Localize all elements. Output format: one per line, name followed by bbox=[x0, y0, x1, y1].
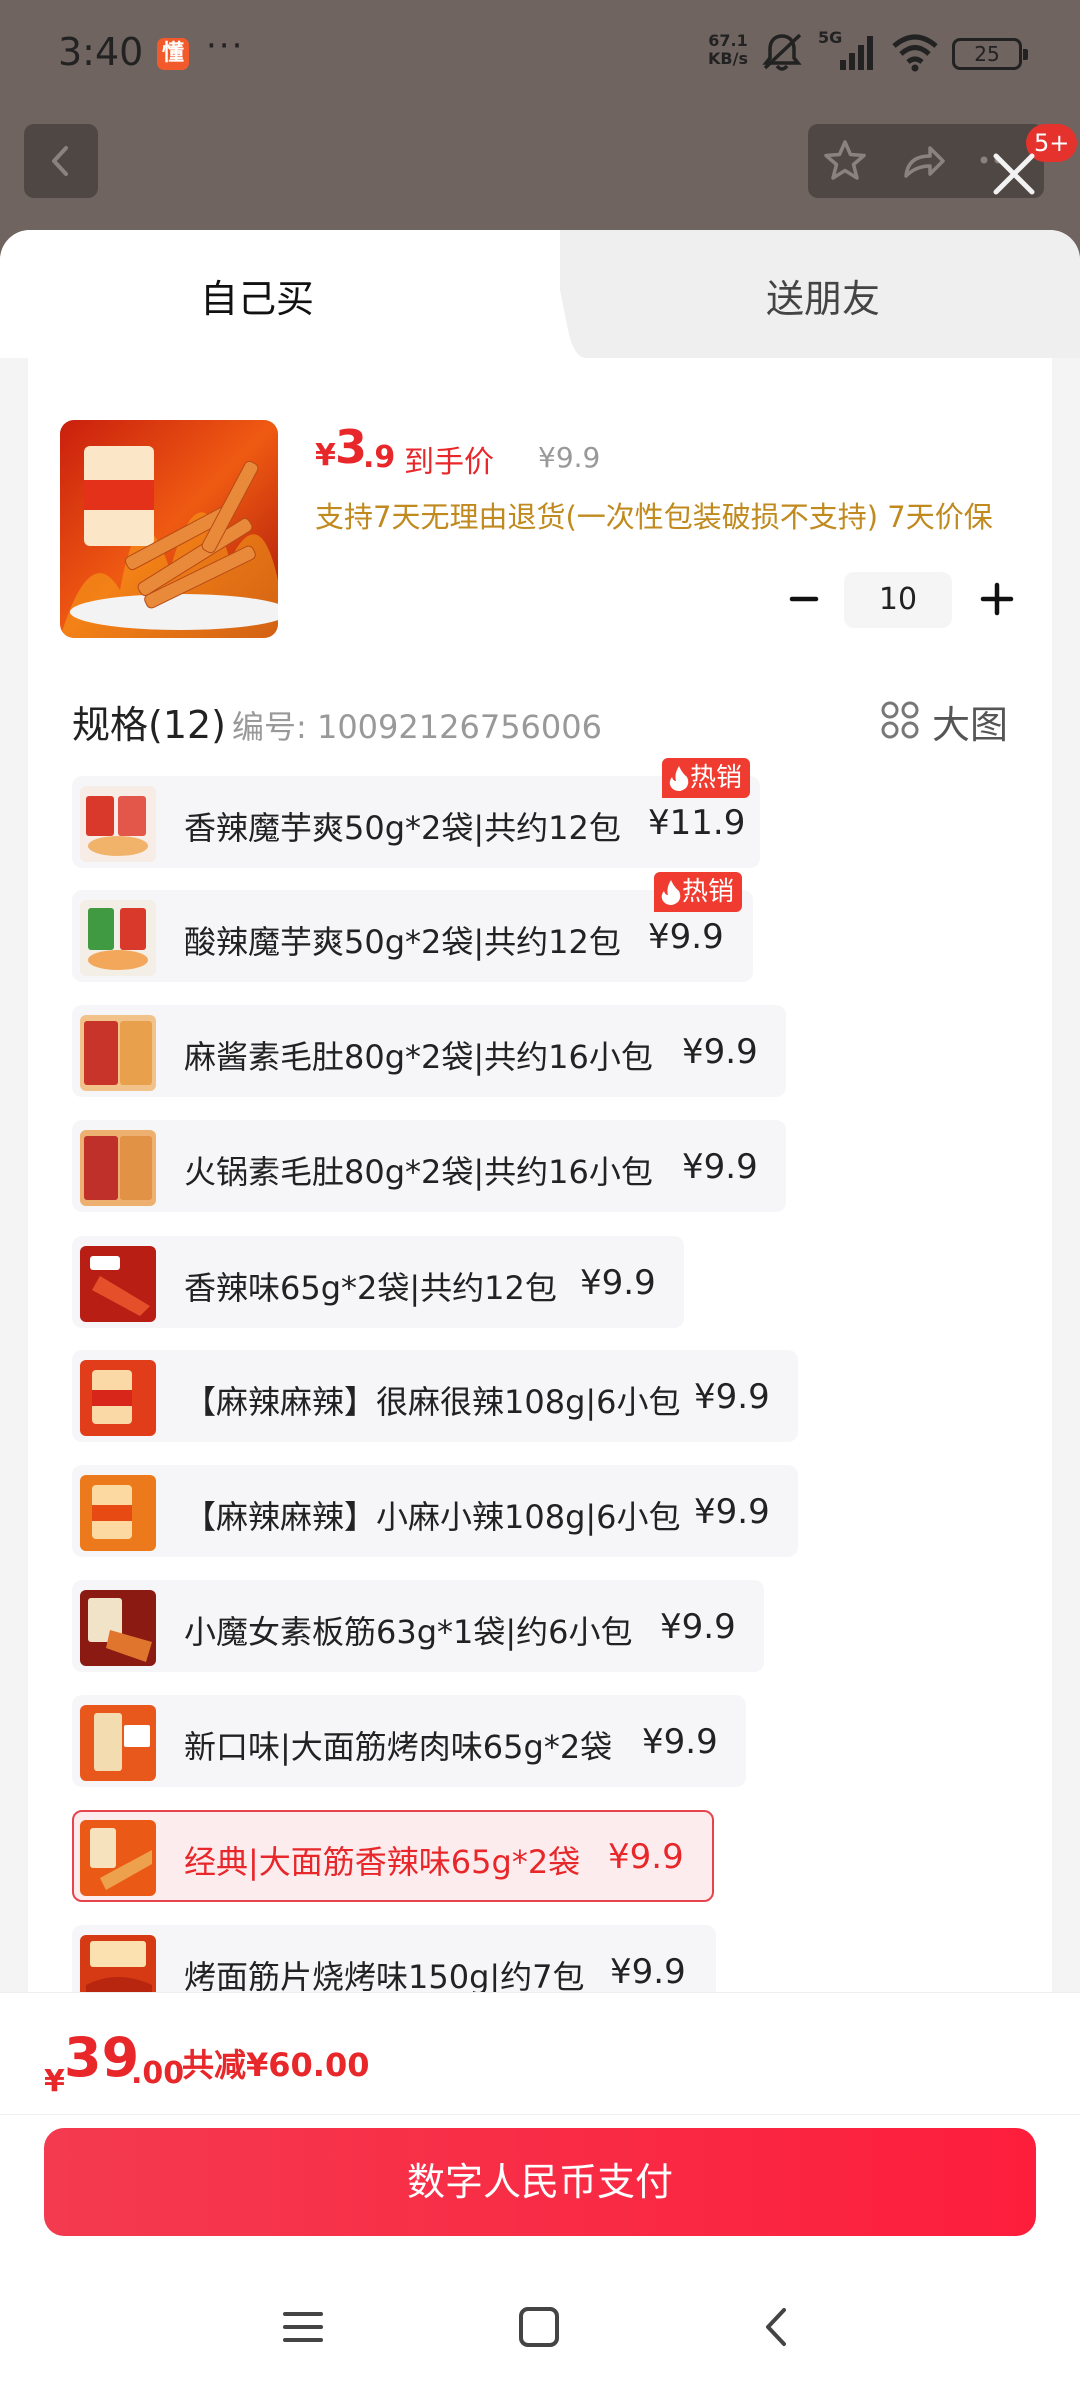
original-price: ¥9.9 bbox=[538, 441, 601, 474]
quantity-input[interactable]: 10 bbox=[844, 572, 952, 628]
sku-name: 经典|大面筋香辣味65g*2袋 bbox=[184, 1843, 581, 1881]
sku-price: ¥9.9 bbox=[660, 1607, 736, 1647]
total-discount: 共减¥60.00 bbox=[182, 2046, 370, 2084]
sku-thumbnail bbox=[80, 1475, 156, 1551]
flame-icon bbox=[661, 880, 681, 905]
sku-name: 酸辣魔芋爽50g*2袋|共约12包 bbox=[184, 923, 621, 961]
sku-name: 烤面筋片烧烤味150g|约7包 bbox=[184, 1958, 585, 1995]
hot-sale-badge: 热销 bbox=[662, 758, 751, 798]
home-icon[interactable] bbox=[518, 2306, 560, 2348]
battery-indicator: 25 bbox=[952, 38, 1028, 70]
sku-option[interactable]: 【麻辣麻辣】小麻小辣108g|6小包 ¥9.9 bbox=[72, 1465, 798, 1557]
quantity-increase-button[interactable] bbox=[974, 574, 1020, 624]
sku-price: ¥9.9 bbox=[648, 917, 724, 957]
sku-name: 火锅素毛肚80g*2袋|共约16小包 bbox=[184, 1153, 653, 1191]
sku-name: 【麻辣麻辣】小麻小辣108g|6小包 bbox=[184, 1498, 681, 1536]
tab-send-friend[interactable]: 送朋友 bbox=[766, 268, 880, 323]
status-bar: 3:40 懂 ··· 67.1 KB/s 5G 25 bbox=[0, 0, 1080, 108]
pay-button[interactable]: 数字人民币支付 bbox=[44, 2128, 1036, 2236]
sku-option[interactable]: 香辣味65g*2袋|共约12包 ¥9.9 bbox=[72, 1236, 684, 1328]
price-currency: ¥ bbox=[315, 438, 336, 473]
sku-thumbnail bbox=[80, 1590, 156, 1666]
sku-thumbnail bbox=[80, 1935, 156, 1993]
spec-code: 编号: 10092126756006 bbox=[232, 708, 602, 746]
back-nav-icon[interactable] bbox=[756, 2306, 798, 2348]
sku-option[interactable]: 酸辣魔芋爽50g*2袋|共约12包 ¥9.9 bbox=[72, 890, 753, 982]
more-notifications-icon: ··· bbox=[206, 26, 245, 66]
hot-sale-label: 热销 bbox=[690, 763, 743, 793]
network-speed-unit: KB/s bbox=[708, 49, 748, 68]
sku-price: ¥9.9 bbox=[694, 1377, 770, 1417]
wifi-icon bbox=[892, 34, 938, 72]
signal-icon bbox=[840, 36, 873, 70]
price-decimal: .9 bbox=[363, 440, 396, 475]
sku-thumbnail bbox=[80, 1820, 156, 1896]
product-photo bbox=[60, 420, 278, 638]
sku-price: ¥11.9 bbox=[648, 803, 746, 843]
sku-thumbnail bbox=[80, 1015, 156, 1091]
big-view-toggle[interactable]: 大图 bbox=[932, 694, 1008, 749]
sku-thumbnail bbox=[80, 900, 156, 976]
app-notification-icon: 懂 bbox=[157, 38, 189, 70]
menu-icon[interactable] bbox=[282, 2306, 324, 2348]
sku-option[interactable]: 【麻辣麻辣】很麻很辣108g|6小包 ¥9.9 bbox=[72, 1350, 798, 1442]
sku-option[interactable]: 香辣魔芋爽50g*2袋|共约12包 ¥11.9 bbox=[72, 776, 760, 868]
sku-price: ¥9.9 bbox=[580, 1263, 656, 1303]
sku-name: 香辣魔芋爽50g*2袋|共约12包 bbox=[184, 809, 621, 847]
sku-name: 新口味|大面筋烤肉味65g*2袋 bbox=[184, 1728, 613, 1766]
network-speed: 67.1 KB/s bbox=[708, 32, 748, 68]
sku-thumbnail bbox=[80, 1130, 156, 1206]
close-icon[interactable] bbox=[986, 146, 1042, 202]
sku-thumbnail bbox=[80, 1705, 156, 1781]
hot-sale-badge: 热销 bbox=[654, 872, 743, 912]
tab-self-buy[interactable]: 自己买 bbox=[200, 268, 314, 323]
sku-price: ¥9.9 bbox=[608, 1837, 684, 1877]
mute-bell-icon bbox=[762, 33, 802, 71]
sku-name: 香辣味65g*2袋|共约12包 bbox=[184, 1269, 557, 1307]
sku-price: ¥9.9 bbox=[682, 1032, 758, 1072]
return-policy: 支持7天无理由退货(一次性包装破损不支持) 7天价保 bbox=[315, 500, 993, 534]
sku-option[interactable]: 麻酱素毛肚80g*2袋|共约16小包 ¥9.9 bbox=[72, 1005, 786, 1097]
final-price-label: 到手价 bbox=[404, 445, 494, 480]
sku-name: 【麻辣麻辣】很麻很辣108g|6小包 bbox=[184, 1383, 681, 1421]
sku-price: ¥9.9 bbox=[642, 1722, 718, 1762]
sku-price: ¥9.9 bbox=[610, 1952, 686, 1992]
total-currency: ¥ bbox=[44, 2064, 65, 2099]
sku-thumbnail bbox=[80, 786, 156, 862]
sku-option[interactable]: 小魔女素板筋63g*1袋|约6小包 ¥9.9 bbox=[72, 1580, 764, 1672]
share-icon[interactable] bbox=[898, 136, 948, 186]
back-button[interactable] bbox=[24, 124, 98, 198]
product-image[interactable] bbox=[60, 420, 278, 638]
sku-option-selected[interactable]: 经典|大面筋香辣味65g*2袋 ¥9.9 bbox=[72, 1810, 714, 1902]
network-speed-value: 67.1 bbox=[708, 31, 748, 50]
sku-thumbnail bbox=[80, 1246, 156, 1322]
spec-title: 规格(12) bbox=[72, 703, 227, 747]
sku-price: ¥9.9 bbox=[682, 1147, 758, 1187]
total-price-decimal: .00 bbox=[131, 2056, 185, 2091]
sku-name: 麻酱素毛肚80g*2袋|共约16小包 bbox=[184, 1038, 653, 1076]
grid-view-icon[interactable] bbox=[880, 700, 920, 740]
sku-option[interactable]: 新口味|大面筋烤肉味65g*2袋 ¥9.9 bbox=[72, 1695, 746, 1787]
sku-thumbnail bbox=[80, 1360, 156, 1436]
hot-sale-label: 热销 bbox=[682, 877, 735, 907]
sku-price: ¥9.9 bbox=[694, 1492, 770, 1532]
status-time: 3:40 bbox=[58, 30, 144, 74]
divider bbox=[0, 2114, 1080, 2115]
flame-icon bbox=[669, 766, 689, 791]
sku-name: 小魔女素板筋63g*1袋|约6小包 bbox=[184, 1613, 633, 1651]
star-icon[interactable] bbox=[820, 136, 870, 186]
sku-option[interactable]: 烤面筋片烧烤味150g|约7包 ¥9.9 bbox=[72, 1925, 716, 1995]
quantity-decrease-button[interactable] bbox=[784, 574, 824, 624]
tab-curve bbox=[516, 230, 586, 358]
chevron-left-icon bbox=[52, 146, 68, 176]
sku-option[interactable]: 火锅素毛肚80g*2袋|共约16小包 ¥9.9 bbox=[72, 1120, 786, 1212]
total-price-integer: 39 bbox=[64, 2026, 140, 2089]
